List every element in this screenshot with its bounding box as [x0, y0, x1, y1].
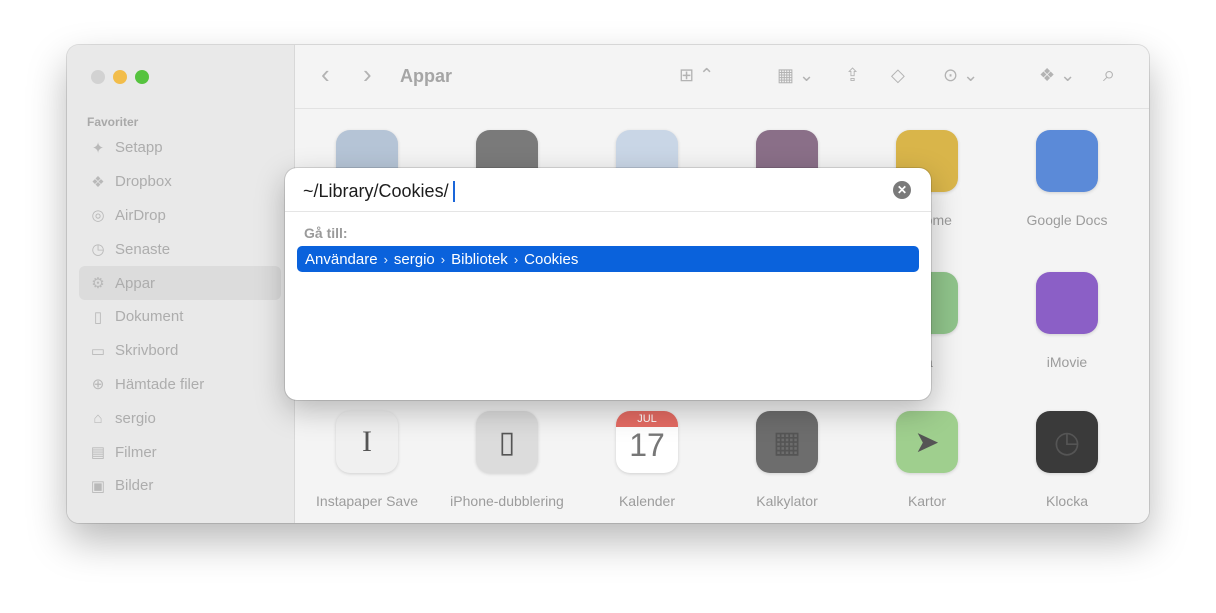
- more-actions-icon[interactable]: ⊙ ⌄: [943, 65, 978, 86]
- app-glyph: ▯: [498, 425, 516, 459]
- sidebar-item-label: Filmer: [115, 443, 157, 461]
- maps-app-icon: ➤: [896, 411, 958, 473]
- minimize-window-button[interactable]: [113, 70, 127, 84]
- path-suggestion[interactable]: Användare › sergio › Bibliotek › Cookies: [297, 246, 919, 272]
- app-label: Klocka: [1045, 493, 1089, 509]
- app-glyph: I: [362, 425, 372, 458]
- calculator-app-icon: ▦: [756, 411, 818, 473]
- app-item[interactable]: JUL 17 Kalender: [582, 411, 712, 511]
- close-window-button[interactable]: [91, 70, 105, 84]
- sidebar-item-label: Senaste: [115, 240, 171, 258]
- app-glyph: ➤: [914, 425, 940, 459]
- imovie-app-icon: [1036, 272, 1098, 334]
- clear-path-button[interactable]: ✕: [893, 181, 911, 199]
- text-caret: [453, 181, 455, 202]
- google-docs-app-icon: [1036, 130, 1098, 192]
- app-item[interactable]: ▯ iPhone-dubblering: [442, 411, 572, 511]
- app-item[interactable]: ▦ Kalkylator: [722, 411, 852, 511]
- sidebar-item-hämtade-filer[interactable]: ⊕ Hämtade filer: [79, 368, 281, 402]
- dropbox-icon: ❖: [91, 173, 105, 191]
- sidebar-item-bilder[interactable]: ▣ Bilder: [79, 469, 281, 503]
- applications-icon: ⚙: [91, 275, 105, 293]
- photo-icon: ▣: [90, 477, 106, 495]
- app-item[interactable]: ◷ Klocka: [1002, 411, 1132, 511]
- sidebar-item-label: sergio: [115, 409, 156, 427]
- sidebar: Favoriter ✦ Setapp ❖ Dropbox ◎ AirDrop ◷ Senast…: [67, 45, 295, 523]
- desktop-icon: ▭: [90, 342, 106, 360]
- app-glyph: ▦: [772, 425, 802, 459]
- forward-button[interactable]: ›: [363, 59, 372, 90]
- sidebar-item-label: Dropbox: [115, 173, 172, 191]
- path-input[interactable]: [303, 179, 873, 203]
- sidebar-item-airdrop[interactable]: ◎ AirDrop: [79, 199, 281, 233]
- go-to-label: Gå till:: [304, 225, 348, 241]
- download-icon: ⊕: [91, 376, 105, 394]
- sidebar-item-appar[interactable]: ⚙ Appar: [79, 266, 281, 300]
- path-component: Bibliotek: [451, 250, 508, 268]
- toolbar: ‹ › Appar ⊞ ⌃ ▦ ⌄ ⇪ ◇ ⊙ ⌄ ❖ ⌄ ⌕: [295, 45, 1149, 109]
- tag-icon[interactable]: ◇: [891, 65, 905, 86]
- sidebar-item-label: Setapp: [115, 139, 163, 157]
- airdrop-icon: ◎: [91, 207, 105, 225]
- sidebar-item-dropbox[interactable]: ❖ Dropbox: [79, 165, 281, 199]
- sidebar-item-filmer[interactable]: ▤ Filmer: [79, 435, 281, 469]
- clock-icon: ◷: [91, 241, 105, 259]
- sidebar-item-label: Appar: [115, 274, 156, 292]
- path-component: Användare: [305, 250, 378, 268]
- iphone-mirroring-app-icon: ▯: [476, 411, 538, 473]
- sidebar-item-label: Skrivbord: [115, 342, 179, 360]
- app-item[interactable]: iMovie: [1002, 272, 1132, 372]
- app-label: Kalender: [618, 493, 676, 509]
- setapp-icon: ✦: [91, 139, 105, 157]
- sidebar-item-dokument[interactable]: ▯ Dokument: [79, 300, 281, 334]
- path-separator-icon: ›: [440, 251, 446, 267]
- path-component: sergio: [393, 250, 435, 268]
- sidebar-list: ✦ Setapp ❖ Dropbox ◎ AirDrop ◷ Senaste ⚙ Appar ▯ Do…: [79, 131, 281, 503]
- path-separator-icon: ›: [383, 251, 388, 267]
- calendar-app-icon: JUL 17: [616, 411, 678, 473]
- app-item[interactable]: ➤ Kartor: [862, 411, 992, 511]
- document-icon: ▯: [93, 308, 103, 326]
- maximize-window-button[interactable]: [135, 70, 149, 84]
- app-item[interactable]: Google Docs: [1002, 130, 1132, 230]
- search-icon[interactable]: ⌕: [1103, 61, 1115, 87]
- app-item[interactable]: I Instapaper Save: [302, 411, 432, 511]
- go-to-folder-dialog: ✕ Gå till: Användare › sergio › Bibliotek › Co…: [285, 168, 931, 400]
- view-toggle-icon[interactable]: ⊞ ⌃: [679, 65, 714, 86]
- home-icon: ⌂: [93, 409, 103, 427]
- clock-app-icon: ◷: [1036, 411, 1098, 473]
- instapaper-app-icon: I: [336, 411, 398, 473]
- app-label: iMovie: [1046, 354, 1088, 370]
- app-label: iPhone-dubblering: [450, 493, 564, 509]
- favorites-section-title: Favoriter: [87, 115, 139, 129]
- sidebar-item-senaste[interactable]: ◷ Senaste: [79, 232, 281, 266]
- window-title: Appar: [400, 66, 453, 86]
- app-label: Google Docs: [1026, 212, 1108, 228]
- dropbox-menu-icon[interactable]: ❖ ⌄: [1039, 65, 1075, 86]
- sidebar-item-label: Bilder: [115, 477, 154, 495]
- window-controls: [91, 70, 149, 84]
- app-label: Kartor: [907, 493, 947, 509]
- sidebar-item-setapp[interactable]: ✦ Setapp: [79, 131, 281, 165]
- app-glyph: ◷: [1053, 425, 1081, 459]
- film-icon: ▤: [90, 444, 106, 462]
- path-field-row: ✕: [285, 168, 931, 212]
- app-label: Instapaper Save: [316, 493, 418, 509]
- calendar-day: 17: [629, 427, 665, 463]
- back-button[interactable]: ‹: [321, 59, 330, 90]
- share-icon[interactable]: ⇪: [845, 65, 860, 86]
- sidebar-item-label: Dokument: [115, 308, 184, 326]
- path-separator-icon: ›: [513, 251, 519, 267]
- sidebar-item-skrivbord[interactable]: ▭ Skrivbord: [79, 334, 281, 368]
- sidebar-item-label: Hämtade filer: [115, 375, 205, 393]
- group-icon[interactable]: ▦ ⌄: [777, 65, 814, 86]
- path-component: Cookies: [524, 250, 579, 268]
- calendar-month: JUL: [616, 411, 678, 427]
- app-label: Kalkylator: [756, 493, 818, 509]
- sidebar-item-sergio[interactable]: ⌂ sergio: [79, 401, 281, 435]
- sidebar-item-label: AirDrop: [115, 206, 166, 224]
